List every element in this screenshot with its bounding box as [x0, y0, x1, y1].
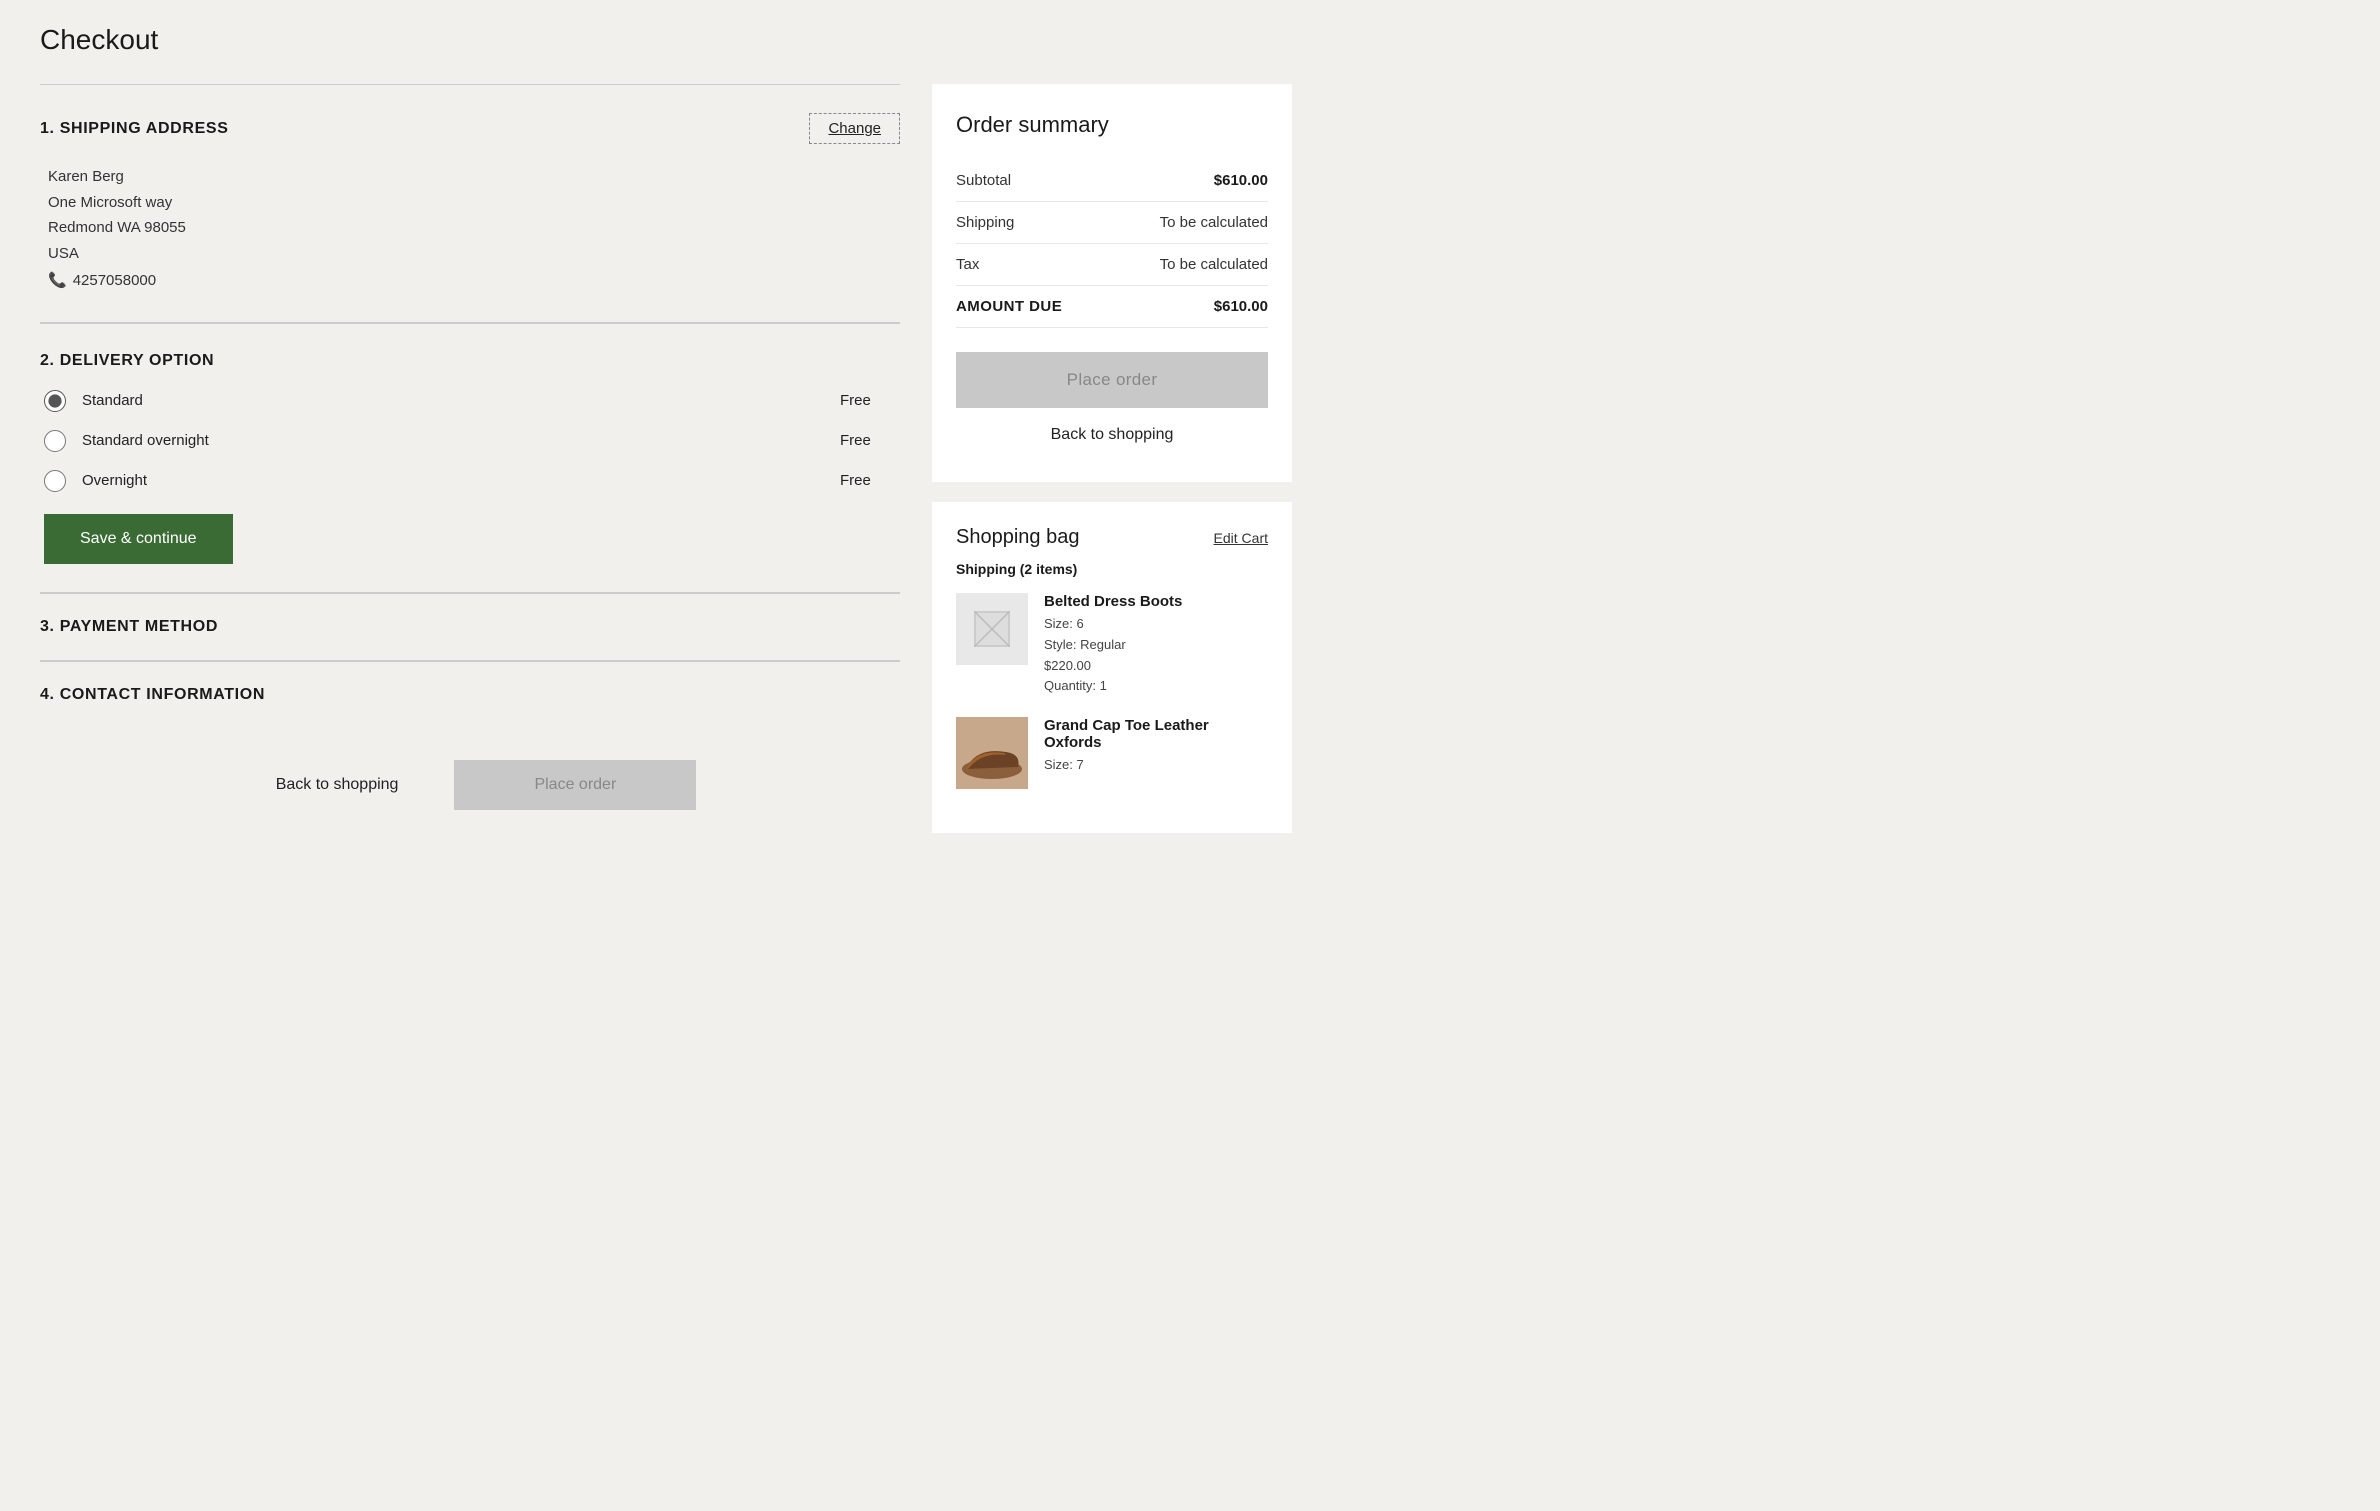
item-details-2: Grand Cap Toe Leather Oxfords Size: 7 — [1044, 717, 1268, 789]
save-continue-button[interactable]: Save & continue — [44, 514, 233, 564]
shipping-section-header: 1. SHIPPING ADDRESS Change — [40, 113, 900, 144]
item-meta-2: Size: 7 — [1044, 755, 1268, 776]
shopping-bag-title: Shopping bag — [956, 526, 1079, 549]
address-name: Karen Berg — [48, 164, 900, 190]
delivery-section: 2. DELIVERY OPTION Standard Free Standar… — [40, 323, 900, 592]
delivery-radio-standard-overnight[interactable] — [44, 430, 66, 452]
back-shopping-button-bottom[interactable]: Back to shopping — [244, 762, 431, 808]
subtotal-label: Subtotal — [956, 172, 1011, 189]
phone-number: 4257058000 — [73, 268, 156, 294]
item-details-1: Belted Dress Boots Size: 6 Style: Regula… — [1044, 593, 1268, 697]
delivery-price-standard: Free — [840, 392, 900, 409]
delivery-option-standard: Standard Free — [44, 390, 900, 412]
delivery-radio-standard[interactable] — [44, 390, 66, 412]
total-value: $610.00 — [1214, 298, 1268, 315]
phone-line: 📞 4257058000 — [48, 268, 900, 294]
delivery-option-standard-overnight: Standard overnight Free — [44, 430, 900, 452]
address-country: USA — [48, 241, 900, 267]
edit-cart-button[interactable]: Edit Cart — [1214, 530, 1268, 546]
back-shopping-button-right[interactable]: Back to shopping — [956, 412, 1268, 458]
summary-row-shipping: Shipping To be calculated — [956, 202, 1268, 244]
item-price-1: $220.00 — [1044, 656, 1268, 677]
delivery-section-header: 2. DELIVERY OPTION — [40, 352, 900, 370]
shipping-section: 1. SHIPPING ADDRESS Change Karen Berg On… — [40, 84, 900, 322]
bag-header: Shopping bag Edit Cart — [956, 526, 1268, 549]
delivery-option-overnight: Overnight Free — [44, 470, 900, 492]
delivery-radio-overnight[interactable] — [44, 470, 66, 492]
shipping-items-label: Shipping (2 items) — [956, 561, 1268, 577]
right-column: Order summary Subtotal $610.00 Shipping … — [932, 84, 1292, 833]
item-qty-1: Quantity: 1 — [1044, 676, 1268, 697]
tax-label: Tax — [956, 256, 979, 273]
subtotal-value: $610.00 — [1214, 172, 1268, 189]
total-label: AMOUNT DUE — [956, 298, 1062, 315]
place-order-button-bottom[interactable]: Place order — [454, 760, 696, 810]
delivery-price-standard-overnight: Free — [840, 432, 900, 449]
item-name-1: Belted Dress Boots — [1044, 593, 1268, 610]
item-size-1: Size: 6 — [1044, 614, 1268, 635]
delivery-options-list: Standard Free Standard overnight Free Ov… — [44, 390, 900, 492]
item-name-2: Grand Cap Toe Leather Oxfords — [1044, 717, 1268, 751]
shipping-title: 1. SHIPPING ADDRESS — [40, 120, 229, 138]
place-order-button[interactable]: Place order — [956, 352, 1268, 408]
summary-row-tax: Tax To be calculated — [956, 244, 1268, 286]
bag-item-1: Belted Dress Boots Size: 6 Style: Regula… — [956, 593, 1268, 697]
summary-row-total: AMOUNT DUE $610.00 — [956, 286, 1268, 328]
address-city: Redmond WA 98055 — [48, 215, 900, 241]
shipping-value: To be calculated — [1160, 214, 1268, 231]
contact-section: 4. CONTACT INFORMATION — [40, 661, 900, 728]
shopping-bag-card: Shopping bag Edit Cart Shipping (2 items… — [932, 502, 1292, 833]
item-size-2: Size: 7 — [1044, 755, 1268, 776]
page-wrapper: Checkout 1. SHIPPING ADDRESS Change Kare… — [0, 0, 2380, 1511]
bag-item-2: Grand Cap Toe Leather Oxfords Size: 7 — [956, 717, 1268, 789]
item-image-1 — [956, 593, 1028, 665]
summary-row-subtotal: Subtotal $610.00 — [956, 160, 1268, 202]
address-street: One Microsoft way — [48, 190, 900, 216]
order-summary-title: Order summary — [956, 112, 1268, 138]
delivery-label-overnight[interactable]: Overnight — [82, 472, 824, 489]
shipping-label-summary: Shipping — [956, 214, 1014, 231]
phone-icon: 📞 — [48, 268, 67, 294]
tax-value: To be calculated — [1160, 256, 1268, 273]
delivery-label-standard-overnight[interactable]: Standard overnight — [82, 432, 824, 449]
left-column: 1. SHIPPING ADDRESS Change Karen Berg On… — [40, 84, 900, 826]
item-image-2 — [956, 717, 1028, 789]
order-summary-card: Order summary Subtotal $610.00 Shipping … — [932, 84, 1292, 482]
delivery-title: 2. DELIVERY OPTION — [40, 352, 214, 370]
page-title: Checkout — [40, 24, 2340, 56]
contact-title: 4. CONTACT INFORMATION — [40, 686, 265, 703]
delivery-price-overnight: Free — [840, 472, 900, 489]
item-meta-1: Size: 6 Style: Regular $220.00 Quantity:… — [1044, 614, 1268, 697]
bottom-actions: Back to shopping Place order — [40, 760, 900, 826]
address-block: Karen Berg One Microsoft way Redmond WA … — [48, 164, 900, 294]
payment-title: 3. PAYMENT METHOD — [40, 618, 218, 635]
item-style-1: Style: Regular — [1044, 635, 1268, 656]
delivery-label-standard[interactable]: Standard — [82, 392, 824, 409]
payment-section: 3. PAYMENT METHOD — [40, 593, 900, 660]
change-address-button[interactable]: Change — [809, 113, 900, 144]
main-layout: 1. SHIPPING ADDRESS Change Karen Berg On… — [40, 84, 2340, 833]
